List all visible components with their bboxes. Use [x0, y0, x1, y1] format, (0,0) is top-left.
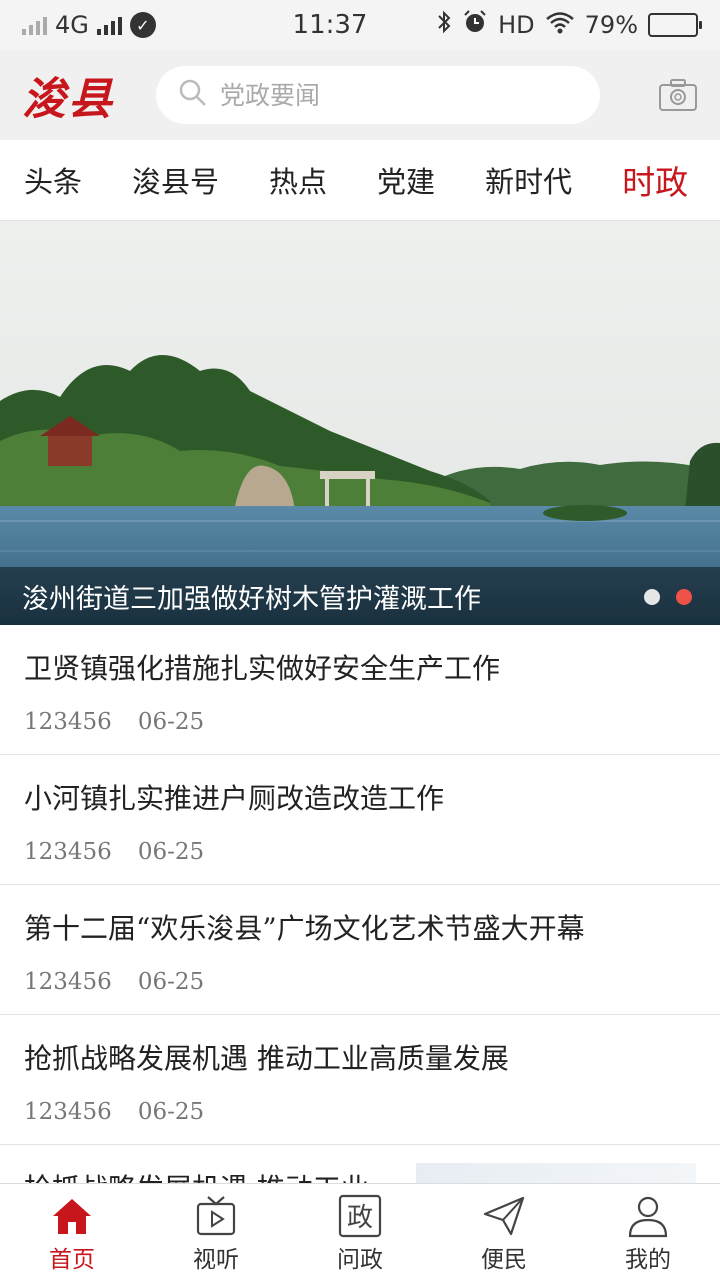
news-title: 第十二届“欢乐浚县”广场文化艺术节盛大开幕 — [24, 912, 585, 945]
app-header: 浚县 — [0, 50, 720, 140]
banner-caption: 浚州街道三加强做好树木管护灌溉工作 — [0, 567, 720, 625]
nav-label: 视听 — [193, 1247, 239, 1273]
nav-home[interactable]: 首页 — [0, 1184, 144, 1280]
tab-new-era[interactable]: 新时代 — [485, 159, 572, 201]
tab-hot[interactable]: 热点 — [269, 159, 327, 201]
search-input[interactable] — [220, 80, 560, 110]
status-time: 11:37 — [292, 10, 368, 40]
banner-image — [0, 221, 720, 625]
tab-headlines[interactable]: 头条 — [24, 159, 82, 201]
carousel-dot[interactable] — [644, 589, 660, 605]
camera-icon[interactable] — [658, 78, 698, 112]
tab-politics[interactable]: 时政 — [622, 156, 688, 204]
nav-label: 便民 — [481, 1247, 527, 1273]
zheng-seal-icon: 政 — [338, 1194, 382, 1238]
zheng-glyph: 政 — [347, 1203, 373, 1233]
news-item[interactable]: 小河镇扎实推进户厕改造改造工作 123456 06-25 — [0, 755, 720, 885]
nav-label: 首页 — [49, 1247, 95, 1273]
news-source: 123456 — [24, 839, 112, 865]
home-icon — [53, 1199, 91, 1234]
news-title: 卫贤镇强化措施扎实做好安全生产工作 — [24, 652, 501, 685]
bluetooth-icon — [436, 9, 452, 41]
paper-plane-icon — [483, 1196, 525, 1236]
news-item[interactable]: 第十二届“欢乐浚县”广场文化艺术节盛大开幕 123456 06-25 — [0, 885, 720, 1015]
news-list: 卫贤镇强化措施扎实做好安全生产工作 123456 06-25 小河镇扎实推进户厕改… — [0, 625, 720, 1145]
bottom-nav: 首页 视听 政 问政 便民 我的 — [0, 1183, 720, 1280]
user-icon — [628, 1196, 668, 1238]
nav-label: 问政 — [337, 1247, 383, 1273]
hd-label: HD — [498, 11, 535, 39]
wifi-icon — [545, 10, 575, 40]
tv-play-icon — [196, 1196, 236, 1236]
battery-percent: 79% — [584, 11, 638, 39]
news-source: 123456 — [24, 709, 112, 735]
nav-media[interactable]: 视听 — [144, 1184, 288, 1280]
news-item[interactable]: 抢抓战略发展机遇 推动工业高质量发展 123456 06-25 — [0, 1015, 720, 1145]
news-thumbnail — [416, 1163, 696, 1185]
signal-icon-2 — [96, 15, 122, 35]
news-date: 06-25 — [137, 969, 205, 995]
tab-party-building[interactable]: 党建 — [377, 159, 435, 201]
news-date: 06-25 — [137, 1099, 205, 1125]
status-bar: 4G ✓ 11:37 HD 79% — [0, 0, 720, 50]
news-date: 06-25 — [137, 709, 205, 735]
check-circle-icon: ✓ — [129, 12, 156, 38]
nav-label: 我的 — [625, 1247, 671, 1273]
nav-profile[interactable]: 我的 — [576, 1184, 720, 1280]
nav-services[interactable]: 便民 — [432, 1184, 576, 1280]
network-type: 4G — [55, 11, 89, 39]
carousel-dot-active[interactable] — [676, 589, 692, 605]
alarm-icon — [462, 9, 488, 41]
carousel-indicator — [644, 589, 692, 605]
battery-icon — [648, 13, 702, 37]
signal-icon — [22, 15, 47, 35]
banner-carousel[interactable]: 浚州街道三加强做好树木管护灌溉工作 — [0, 221, 720, 625]
tab-xunxian-hao[interactable]: 浚县号 — [132, 159, 219, 201]
news-item-partial[interactable]: 抢抓战略发展机遇 推动工业 — [0, 1145, 720, 1185]
search-box[interactable] — [156, 66, 600, 124]
news-title: 抢抓战略发展机遇 推动工业高质量发展 — [24, 1042, 509, 1075]
category-tabs: 头条 浚县号 热点 党建 新时代 时政 — [0, 140, 720, 221]
news-item[interactable]: 卫贤镇强化措施扎实做好安全生产工作 123456 06-25 — [0, 625, 720, 755]
news-title: 小河镇扎实推进户厕改造改造工作 — [24, 782, 445, 815]
news-date: 06-25 — [137, 839, 205, 865]
news-source: 123456 — [24, 969, 112, 995]
app-logo: 浚县 — [22, 74, 114, 125]
news-source: 123456 — [24, 1099, 112, 1125]
search-icon — [178, 78, 208, 112]
nav-inquiry[interactable]: 政 问政 — [288, 1184, 432, 1280]
